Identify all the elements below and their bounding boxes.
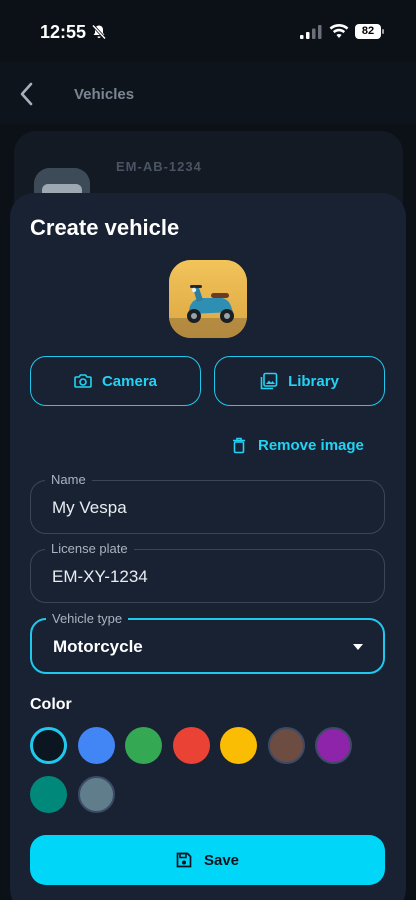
status-bar: 12:55 82: [0, 0, 416, 62]
trash-icon: [233, 437, 245, 453]
back-chevron-icon[interactable]: [14, 80, 40, 108]
battery-level: 82: [355, 24, 381, 39]
color-swatch[interactable]: [77, 776, 115, 813]
camera-icon: [74, 374, 92, 388]
color-swatch[interactable]: [125, 727, 162, 764]
license-plate-field[interactable]: License plate EM-XY-1234: [30, 541, 385, 603]
wifi-icon: [329, 23, 349, 38]
color-swatch[interactable]: [77, 727, 115, 764]
color-swatch[interactable]: [267, 727, 305, 764]
vehicle-type-value[interactable]: Motorcycle: [53, 637, 143, 657]
color-swatch[interactable]: [315, 727, 352, 764]
save-button[interactable]: Save: [30, 835, 385, 885]
dropdown-arrow-icon[interactable]: [353, 644, 363, 650]
vehicle-type-label: Vehicle type: [46, 611, 129, 626]
camera-button-label: Camera: [101, 372, 158, 390]
save-icon: [176, 852, 192, 868]
color-label: Color: [30, 696, 72, 713]
battery-nub: [382, 29, 384, 34]
name-field-label: Name: [45, 472, 92, 487]
name-field-value[interactable]: My Vespa: [52, 498, 127, 518]
camera-button[interactable]: Camera: [30, 356, 201, 406]
library-button[interactable]: Library: [214, 356, 385, 406]
create-vehicle-sheet: Create vehicle Camera Library Remove ima…: [10, 193, 406, 900]
vehicle-type-select[interactable]: Vehicle type Motorcycle: [30, 611, 385, 674]
save-button-label: Save: [203, 851, 240, 869]
library-button-label: Library: [288, 372, 339, 390]
image-icon: [260, 372, 278, 390]
signal-icon: [300, 25, 322, 39]
status-time: 12:55: [40, 22, 87, 42]
color-swatch[interactable]: [30, 727, 67, 764]
name-field[interactable]: Name My Vespa: [30, 472, 385, 534]
nav-header: Vehicles: [0, 62, 416, 124]
color-swatch[interactable]: [30, 776, 67, 813]
remove-image-button[interactable]: Remove image: [232, 434, 364, 456]
scooter-photo: [169, 260, 247, 338]
bell-off-icon: [91, 24, 107, 40]
vehicle-image[interactable]: [169, 260, 247, 338]
page-title: Vehicles: [74, 86, 135, 103]
sheet-title: Create vehicle: [30, 215, 180, 240]
remove-image-label: Remove image: [258, 436, 364, 454]
vehicle-plate: EM-AB-1234: [116, 159, 202, 174]
color-swatch[interactable]: [220, 727, 257, 764]
license-plate-label: License plate: [45, 541, 134, 556]
color-swatch[interactable]: [172, 727, 210, 764]
license-plate-value[interactable]: EM-XY-1234: [52, 567, 148, 587]
